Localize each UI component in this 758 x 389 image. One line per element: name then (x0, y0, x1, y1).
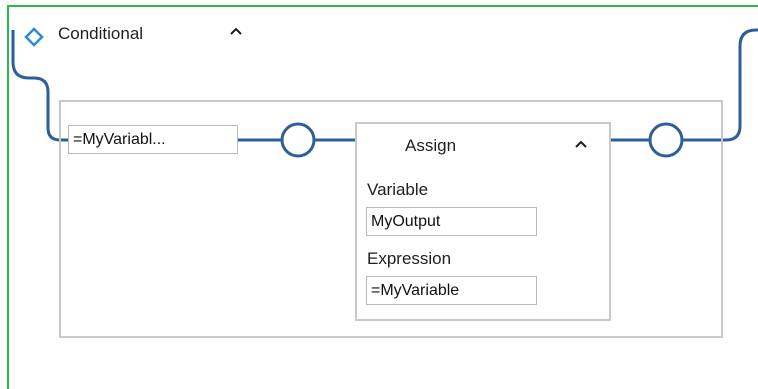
expression-field[interactable]: =MyVariable (366, 276, 537, 305)
conditional-title: Conditional (58, 24, 144, 43)
expression-label: Expression (367, 249, 452, 268)
caret-up-icon[interactable] (229, 26, 243, 36)
caret-up-icon[interactable] (574, 139, 588, 149)
assign-activity[interactable]: Assign Variable MyOutput Expression =MyV… (355, 122, 611, 321)
condition-expression-input[interactable]: =MyVariabl... (68, 125, 238, 154)
variable-field[interactable]: MyOutput (366, 207, 537, 236)
assign-title: Assign (405, 136, 457, 155)
workflow-canvas: Conditional =MyVariabl... Assign Variabl… (0, 0, 758, 389)
diamond-icon (24, 27, 44, 47)
variable-label: Variable (367, 180, 429, 199)
